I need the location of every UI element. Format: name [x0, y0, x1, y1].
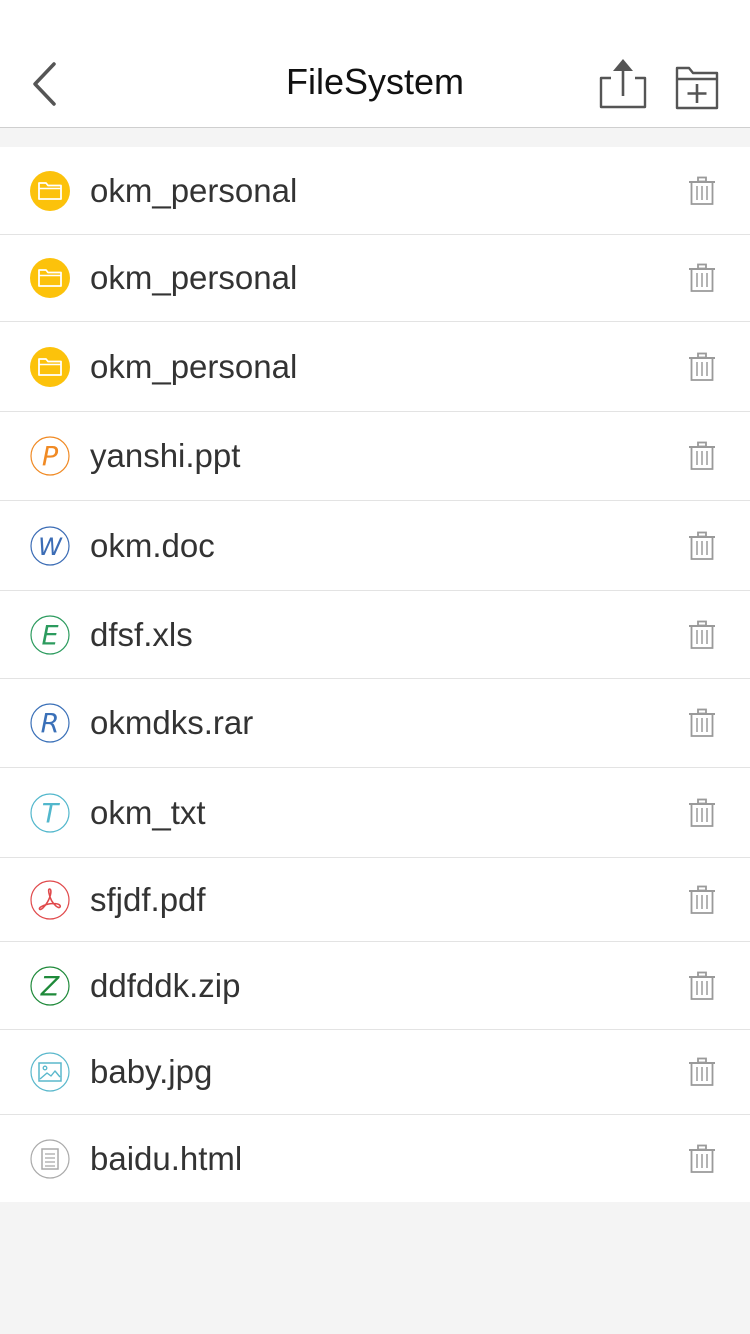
file-name: okmdks.rar [90, 704, 254, 741]
file-name: ddfddk.zip [90, 966, 241, 1004]
file-name: okm.doc [90, 526, 215, 564]
word-icon: W [30, 525, 70, 566]
delete-icon[interactable] [688, 708, 716, 738]
svg-text:R: R [41, 709, 60, 740]
file-name: okm_txt [90, 793, 206, 831]
file-list: okm_personal okm_personal okm_personal Pyan… [0, 147, 750, 1202]
svg-text:P: P [42, 442, 59, 473]
delete-icon[interactable] [688, 1057, 716, 1087]
folder-add-icon [675, 66, 719, 110]
image-icon [30, 1052, 70, 1092]
file-name: dfsf.xls [90, 615, 193, 653]
delete-icon[interactable] [688, 531, 716, 561]
file-name: baby.jpg [90, 1053, 213, 1090]
file-row[interactable]: baby.jpg [0, 1030, 750, 1115]
file-name: okm_personal [90, 347, 298, 385]
rar-icon: R [30, 703, 70, 743]
file-name: baidu.html [90, 1139, 243, 1177]
file-row[interactable]: Zddfddk.zip [0, 942, 750, 1030]
ppt-icon: P [30, 436, 70, 476]
pdf-icon [30, 879, 70, 920]
html-document-icon [30, 1138, 70, 1179]
delete-icon[interactable] [688, 971, 716, 1001]
svg-text:Z: Z [40, 971, 60, 1002]
svg-text:W: W [38, 533, 63, 561]
excel-icon: E [30, 614, 70, 655]
delete-icon[interactable] [688, 176, 716, 206]
delete-icon[interactable] [688, 263, 716, 293]
zip-icon: Z [30, 965, 70, 1006]
new-folder-button[interactable] [672, 60, 722, 112]
delete-icon[interactable] [688, 441, 716, 471]
file-name: sfjdf.pdf [90, 880, 206, 918]
file-row[interactable]: Rokmdks.rar [0, 679, 750, 768]
file-row[interactable]: Wokm.doc [0, 501, 750, 591]
svg-text:T: T [42, 798, 61, 829]
delete-icon[interactable] [688, 620, 716, 650]
svg-text:E: E [41, 620, 58, 651]
file-row[interactable]: sfjdf.pdf [0, 858, 750, 942]
folder-icon [30, 170, 70, 211]
file-row[interactable]: okm_personal [0, 322, 750, 412]
file-row[interactable]: Pyanshi.ppt [0, 412, 750, 501]
delete-icon[interactable] [688, 352, 716, 382]
navigation-bar: FileSystem [0, 0, 750, 128]
delete-icon[interactable] [688, 1144, 716, 1174]
delete-icon[interactable] [688, 798, 716, 828]
folder-icon [30, 258, 70, 298]
upload-button[interactable] [596, 58, 650, 112]
text-icon: T [30, 792, 70, 833]
file-name: yanshi.ppt [90, 437, 241, 474]
file-row[interactable]: Tokm_txt [0, 768, 750, 858]
file-row[interactable]: Edfsf.xls [0, 591, 750, 679]
file-row[interactable]: baidu.html [0, 1115, 750, 1202]
file-row[interactable]: okm_personal [0, 147, 750, 235]
delete-icon[interactable] [688, 885, 716, 915]
file-name: okm_personal [90, 171, 298, 209]
file-name: okm_personal [90, 259, 298, 296]
upload-icon [599, 59, 647, 109]
folder-icon [30, 346, 70, 387]
file-row[interactable]: okm_personal [0, 235, 750, 322]
